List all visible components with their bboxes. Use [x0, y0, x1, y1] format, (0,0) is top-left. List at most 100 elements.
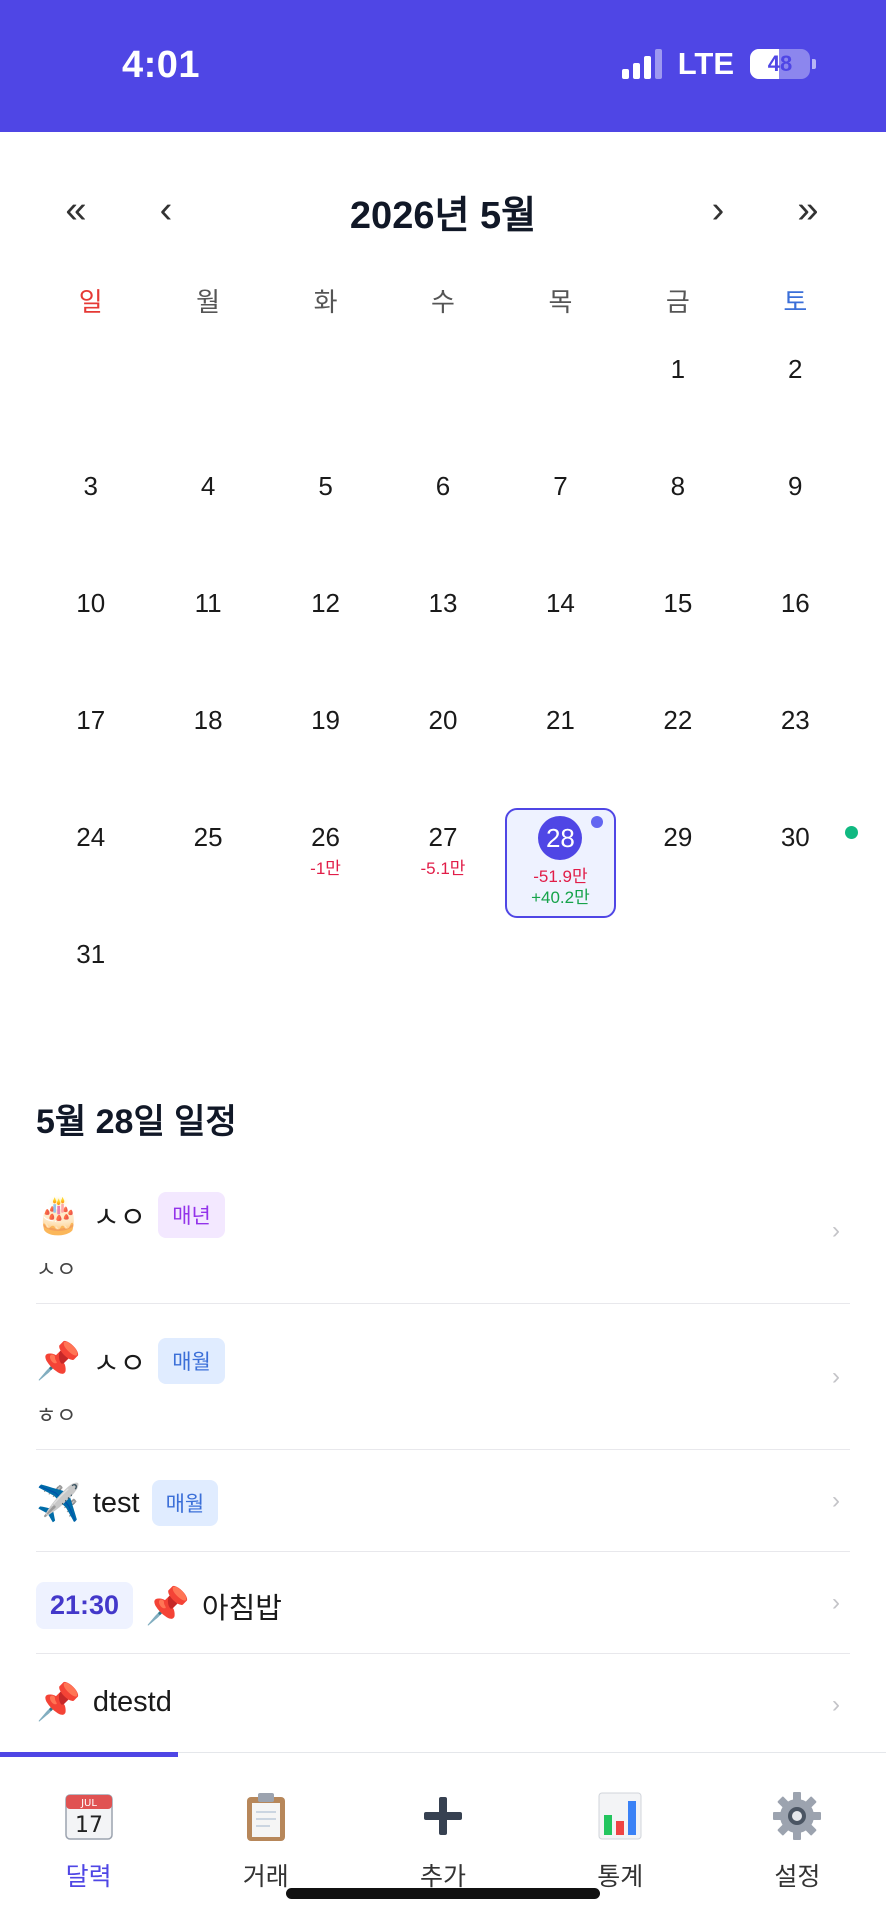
- event-item[interactable]: 🎂 ㅅㅇ 매년 ㅅㅇ ›: [36, 1158, 850, 1304]
- event-title: ㅅㅇ: [92, 1348, 147, 1380]
- calendar-icon: JUL 17: [62, 1789, 116, 1843]
- day-number: 4: [200, 471, 216, 501]
- tab-label: 달력: [65, 1863, 112, 1891]
- day-cell-22[interactable]: 22: [619, 689, 736, 806]
- weekday-sun: 일: [78, 287, 103, 317]
- day-cell-6[interactable]: 6: [384, 455, 501, 572]
- event-time: 21:30: [36, 1582, 134, 1629]
- gear-icon: [770, 1789, 824, 1843]
- weekday-fri: 금: [665, 287, 690, 317]
- prev-year-button[interactable]: «: [46, 180, 106, 240]
- day-number: 6: [435, 471, 451, 501]
- pushpin-icon: 📌: [36, 1340, 81, 1381]
- day-number: 21: [545, 705, 575, 735]
- day-number: 9: [788, 471, 803, 501]
- event-title: ㅅㅇ: [92, 1202, 147, 1234]
- event-item[interactable]: 21:30 📌 아침밥 ›: [36, 1552, 850, 1654]
- tab-settings[interactable]: 설정: [709, 1753, 886, 1920]
- event-item[interactable]: 📌 dtestd ›: [36, 1654, 850, 1756]
- weekday-wed: 수: [431, 287, 455, 317]
- active-tab-indicator: [0, 1752, 178, 1757]
- prev-month-button[interactable]: ‹: [136, 180, 196, 240]
- pushpin-icon: 📌: [36, 1681, 81, 1722]
- network-type: LTE: [677, 46, 734, 81]
- day-cell-13[interactable]: 13: [384, 572, 501, 689]
- day-cell-29[interactable]: 29: [619, 806, 736, 923]
- day-cell-20[interactable]: 20: [384, 689, 501, 806]
- day-cell-10[interactable]: 10: [32, 572, 149, 689]
- day-number: 22: [663, 705, 693, 735]
- chevron-right-icon: ›: [832, 1486, 840, 1514]
- day-number: 2: [788, 354, 803, 384]
- status-time: 4:01: [122, 44, 201, 86]
- day-number: 7: [553, 471, 568, 501]
- day-cell-11[interactable]: 11: [149, 572, 266, 689]
- day-number: 29: [663, 822, 693, 852]
- day-cell-26[interactable]: 26 -1만: [267, 806, 384, 923]
- day-cell-19[interactable]: 19: [267, 689, 384, 806]
- event-list: 🎂 ㅅㅇ 매년 ㅅㅇ › 📌 ㅅㅇ 매월 ㅎㅇ › ✈️ test 매월 › 2…: [36, 1158, 850, 1756]
- day-number: 19: [311, 705, 341, 735]
- day-cell-25[interactable]: 25: [149, 806, 266, 923]
- day-cell-empty: [149, 338, 266, 455]
- day-cell-9[interactable]: 9: [737, 455, 854, 572]
- day-number: 8: [670, 471, 686, 501]
- repeat-badge: 매월: [158, 1338, 225, 1384]
- day-cell-7[interactable]: 7: [502, 455, 619, 572]
- tab-label: 통계: [597, 1863, 644, 1891]
- day-cell-27[interactable]: 27 -5.1만: [384, 806, 501, 923]
- day-number: 11: [194, 588, 222, 618]
- day-cell-17[interactable]: 17: [32, 689, 149, 806]
- event-title: test: [92, 1486, 140, 1519]
- day-number: 1: [670, 354, 686, 384]
- day-number: 10: [76, 588, 106, 618]
- day-cell-16[interactable]: 16: [737, 572, 854, 689]
- day-cell-empty: [32, 338, 149, 455]
- day-number: 17: [76, 705, 106, 735]
- tab-label: 거래: [242, 1863, 289, 1891]
- day-cell-28-selected[interactable]: 28 -51.9만 +40.2만: [502, 806, 619, 923]
- day-cell-15[interactable]: 15: [619, 572, 736, 689]
- event-item[interactable]: 📌 ㅅㅇ 매월 ㅎㅇ ›: [36, 1304, 850, 1450]
- day-cell-3[interactable]: 3: [32, 455, 149, 572]
- day-cell-30[interactable]: 30: [737, 806, 858, 923]
- event-memo: ㅎㅇ: [36, 1403, 77, 1428]
- day-cell-5[interactable]: 5: [267, 455, 384, 572]
- day-cell-14[interactable]: 14: [502, 572, 619, 689]
- day-number: 24: [76, 822, 106, 852]
- pushpin-icon: 📌: [145, 1584, 190, 1626]
- day-number: 23: [780, 705, 810, 735]
- day-cell-1[interactable]: 1: [619, 338, 736, 455]
- next-year-button[interactable]: »: [778, 180, 838, 240]
- day-number: 31: [76, 939, 106, 969]
- day-cell-18[interactable]: 18: [149, 689, 266, 806]
- event-title: 아침밥: [201, 1592, 282, 1625]
- event-memo: ㅅㅇ: [36, 1257, 77, 1282]
- battery-level: 48: [767, 51, 793, 76]
- day-number: 15: [663, 588, 693, 618]
- weekday-mon: 월: [196, 287, 221, 317]
- income-amount: +40.2만: [531, 888, 590, 908]
- day-cell-24[interactable]: 24: [32, 806, 149, 923]
- day-cell-12[interactable]: 12: [267, 572, 384, 689]
- day-number: 25: [193, 822, 223, 852]
- chevron-right-icon: ›: [832, 1588, 840, 1616]
- next-month-button[interactable]: ›: [688, 180, 748, 240]
- battery-cap: [812, 59, 816, 69]
- day-cell-21[interactable]: 21: [502, 689, 619, 806]
- airplane-icon: ✈️: [36, 1482, 81, 1523]
- weekday-thu: 목: [548, 287, 573, 317]
- weekday-tue: 화: [313, 287, 338, 317]
- day-cell-8[interactable]: 8: [619, 455, 736, 572]
- event-dot: [845, 826, 858, 839]
- signal-icon: [621, 49, 662, 79]
- event-item[interactable]: ✈️ test 매월 ›: [36, 1450, 850, 1552]
- day-cell-2[interactable]: 2: [737, 338, 854, 455]
- day-cell-31[interactable]: 31: [32, 923, 149, 1040]
- expense-amount: -51.9만: [533, 867, 588, 886]
- day-cell-4[interactable]: 4: [149, 455, 266, 572]
- calendar-icon-month: JUL: [80, 1798, 97, 1809]
- tab-calendar[interactable]: JUL 17 달력: [0, 1753, 177, 1920]
- day-cell-23[interactable]: 23: [737, 689, 854, 806]
- home-indicator: [286, 1888, 600, 1899]
